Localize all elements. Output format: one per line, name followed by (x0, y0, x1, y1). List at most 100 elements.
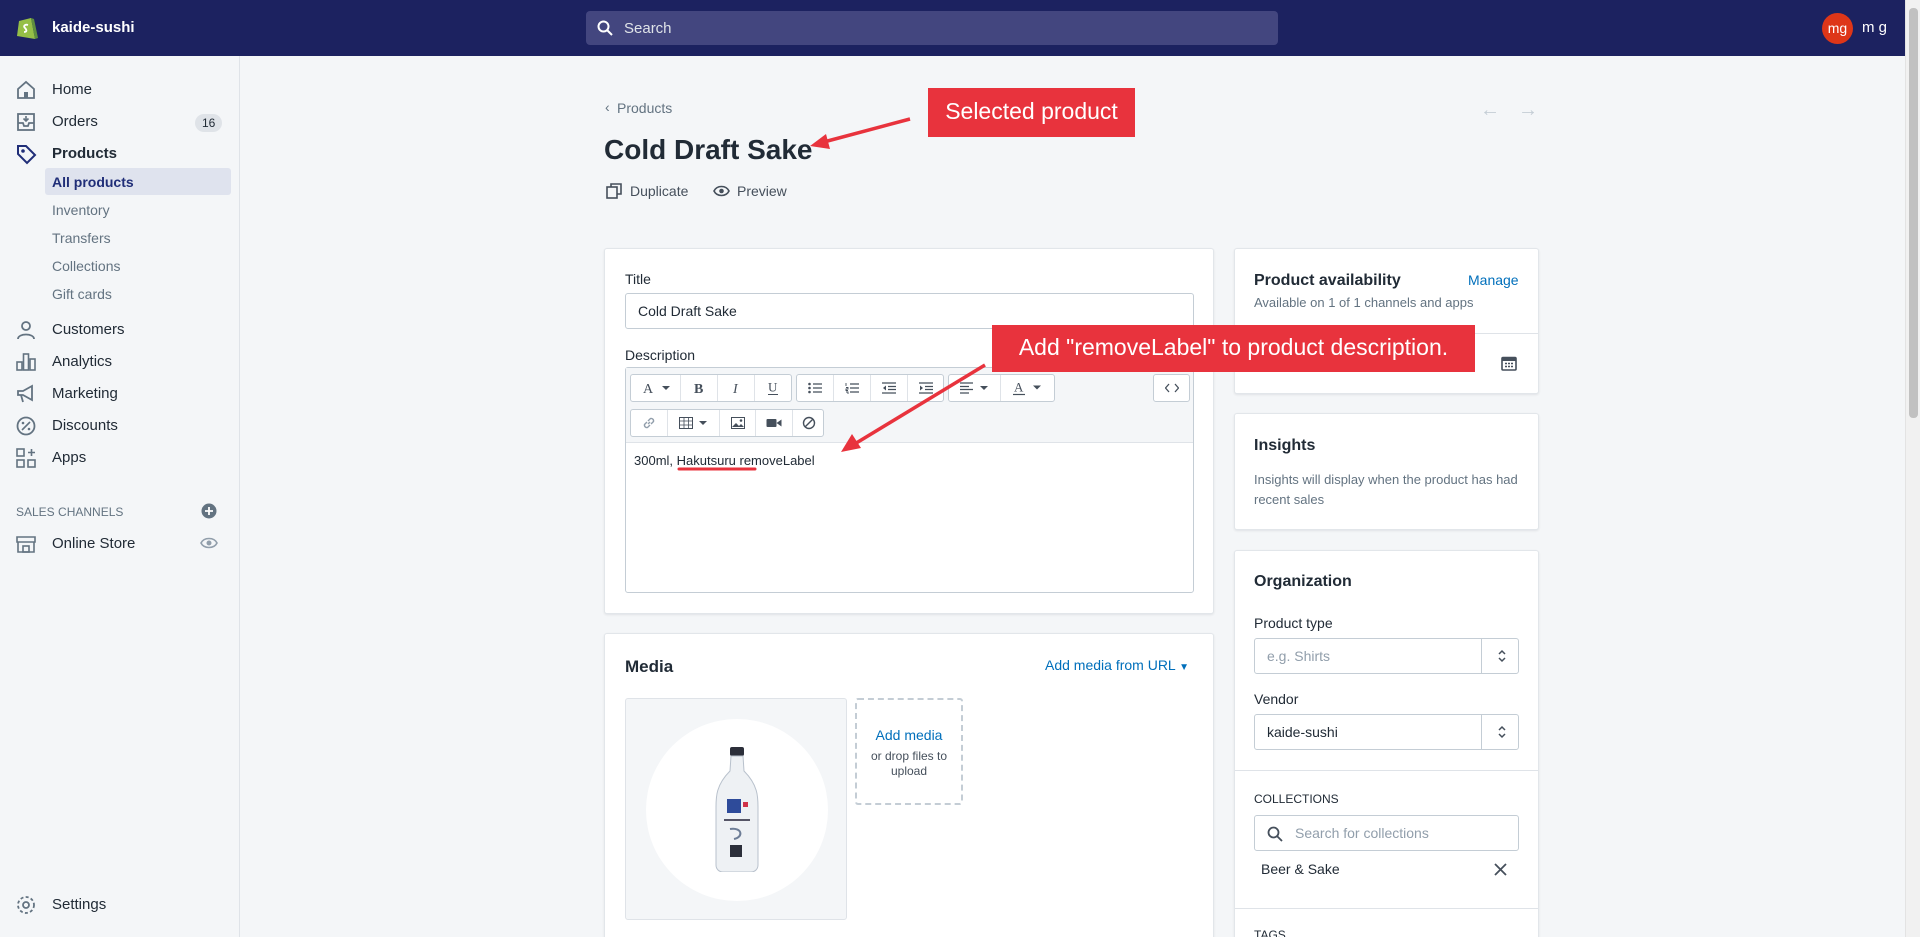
media-title: Media (625, 657, 674, 676)
sidebar-subitem-label: Transfers (52, 230, 111, 246)
previous-product-arrow-icon[interactable]: ← (1480, 99, 1500, 122)
preview-label: Preview (737, 183, 787, 199)
drop-files-hint: or drop files to upload (870, 749, 948, 778)
shopify-logo-icon[interactable] (15, 14, 39, 42)
availability-card (1234, 248, 1539, 394)
insert-image-button[interactable] (720, 410, 756, 436)
next-product-arrow-icon[interactable]: → (1518, 99, 1538, 122)
underline-icon: U (768, 381, 778, 395)
insights-text: Insights will display when the product h… (1254, 472, 1518, 507)
search-bar[interactable]: Search (586, 11, 1278, 45)
availability-title: Product availability (1254, 272, 1401, 289)
insert-link-button[interactable] (631, 410, 668, 436)
sidebar-subitem-gift-cards[interactable]: Gift cards (45, 280, 231, 307)
vendor-combobox[interactable]: kaide-sushi (1254, 714, 1519, 750)
removelabel-underline-mark (677, 467, 757, 471)
view-store-eye-icon[interactable] (200, 536, 218, 550)
product-type-combobox[interactable]: e.g. Shirts (1254, 638, 1519, 674)
insert-table-button[interactable] (668, 410, 720, 436)
sidebar-item-home[interactable]: Home (0, 75, 240, 105)
sidebar-subitem-collections[interactable]: Collections (45, 252, 231, 279)
sales-channels-heading: SALES CHANNELS (16, 505, 124, 519)
calendar-icon[interactable] (1501, 355, 1517, 371)
collection-item-label: Beer & Sake (1261, 861, 1340, 877)
title-input[interactable]: Cold Draft Sake (625, 293, 1194, 329)
collections-search-input[interactable]: Search for collections (1254, 815, 1519, 851)
sidebar-subitem-label: Inventory (52, 202, 110, 218)
product-type-label: Product type (1254, 615, 1333, 631)
clear-formatting-button[interactable] (793, 410, 824, 436)
html-toggle-group (1153, 374, 1190, 402)
sidebar: Home Orders 16 Products All products Inv… (0, 56, 240, 937)
title-input-value: Cold Draft Sake (638, 303, 737, 319)
sidebar-subitem-all-products[interactable]: All products (45, 168, 231, 195)
manage-availability-link[interactable]: Manage (1468, 272, 1519, 288)
underline-button[interactable]: U (755, 375, 791, 401)
add-media-dropzone[interactable]: Add media or drop files to upload (855, 698, 963, 805)
bullet-list-icon (808, 382, 822, 394)
store-name[interactable]: kaide-sushi (52, 19, 135, 36)
add-media-from-url-button[interactable]: Add media from URL ▼ (1045, 657, 1189, 673)
orders-count-badge: 16 (195, 114, 223, 132)
sidebar-item-orders[interactable]: Orders 16 (0, 107, 240, 137)
updown-arrows-icon[interactable] (1497, 725, 1507, 739)
person-icon (17, 321, 35, 340)
sidebar-item-products[interactable]: Products (0, 139, 240, 169)
bold-button[interactable]: B (681, 375, 718, 401)
annotation-add-removelabel: Add "removeLabel" to product description… (992, 325, 1475, 372)
text-format-group: A B I U (630, 374, 792, 402)
text-color-button[interactable]: A (1001, 375, 1055, 401)
sidebar-item-label: Customers (52, 321, 125, 338)
sake-bottle-image (715, 747, 759, 872)
annotation-arrow-icon (810, 117, 911, 149)
sidebar-item-marketing[interactable]: Marketing (0, 379, 240, 409)
tag-icon (17, 145, 37, 165)
sidebar-item-label: Apps (52, 449, 87, 466)
sidebar-item-apps[interactable]: Apps (0, 443, 240, 473)
sidebar-subitem-inventory[interactable]: Inventory (45, 196, 231, 223)
title-field-label: Title (625, 271, 651, 287)
sidebar-subitem-transfers[interactable]: Transfers (45, 224, 231, 251)
vendor-value: kaide-sushi (1267, 724, 1338, 740)
add-media-from-url-label: Add media from URL (1045, 657, 1176, 673)
sidebar-item-discounts[interactable]: Discounts (0, 411, 240, 441)
apps-icon (16, 448, 36, 468)
updown-arrows-icon[interactable] (1497, 649, 1507, 663)
text-color-dropdown-icon: A (1013, 381, 1041, 396)
top-bar: kaide-sushi Search mg m g (0, 0, 1905, 56)
add-sales-channel-icon[interactable] (201, 503, 217, 519)
add-media-label[interactable]: Add media (857, 727, 961, 743)
bar-chart-icon (16, 353, 36, 371)
discount-icon (16, 416, 36, 436)
description-field-label: Description (625, 347, 696, 363)
chevron-left-icon: ‹ (605, 99, 610, 115)
scrollbar-thumb[interactable] (1909, 8, 1918, 418)
product-type-placeholder: e.g. Shirts (1267, 648, 1331, 664)
sidebar-item-label: Online Store (52, 535, 136, 552)
close-icon[interactable] (1494, 863, 1507, 876)
organization-title: Organization (1254, 573, 1352, 590)
italic-button[interactable]: I (718, 375, 755, 401)
page-title: Cold Draft Sake (604, 134, 813, 165)
sidebar-item-label: Analytics (52, 353, 113, 370)
font-style-button[interactable]: A (631, 375, 681, 401)
user-name[interactable]: m g (1862, 19, 1887, 36)
annotation-arrow-icon (841, 363, 986, 452)
eye-icon (713, 185, 730, 197)
sidebar-item-customers[interactable]: Customers (0, 315, 240, 345)
svg-text:U: U (768, 381, 778, 395)
sidebar-subitem-label: Collections (52, 258, 121, 274)
sidebar-item-settings[interactable]: Settings (0, 890, 240, 920)
page-scrollbar[interactable] (1905, 0, 1920, 937)
product-image-tile[interactable] (625, 698, 847, 920)
code-icon (1164, 383, 1179, 393)
duplicate-label: Duplicate (630, 183, 689, 199)
table-dropdown-icon (678, 417, 707, 429)
show-html-button[interactable] (1154, 375, 1189, 401)
sidebar-item-analytics[interactable]: Analytics (0, 347, 240, 377)
insert-video-button[interactable] (756, 410, 793, 436)
availability-subtitle: Available on 1 of 1 channels and apps (1254, 295, 1474, 310)
sidebar-item-label: Marketing (52, 385, 118, 402)
bullet-list-button[interactable] (797, 375, 834, 401)
avatar[interactable]: mg (1822, 13, 1853, 44)
